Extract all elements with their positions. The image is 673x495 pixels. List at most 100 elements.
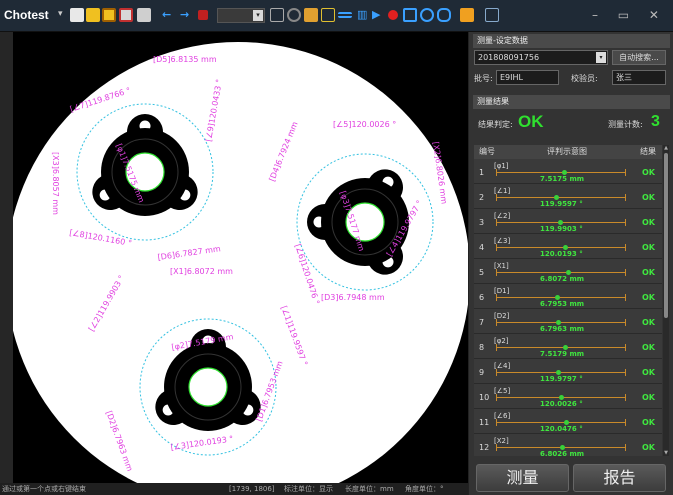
lower-limit-tick [496,369,497,376]
upper-limit-tick [625,369,626,376]
app-name[interactable]: Chotest [4,8,49,22]
status-angle-unit: 角度单位：° [405,485,444,493]
upper-limit-tick [625,444,626,451]
arrow-right-icon[interactable]: → [180,8,189,22]
row-value: 6.7953 mm [540,300,585,308]
settings-icon[interactable] [304,8,318,22]
inspector-field[interactable]: 张三 [612,70,666,85]
lower-limit-tick [496,294,497,301]
window-icon[interactable] [137,8,151,22]
zoom-icon[interactable] [287,8,301,22]
lower-limit-tick [496,269,497,276]
chevron-down-icon: ▾ [253,10,263,21]
report-icon[interactable] [460,8,474,22]
measure-icon[interactable] [321,8,335,22]
results-table-header: 编号 评判示意图 结果 [474,145,662,159]
header-result: 结果 [640,147,656,156]
left-strip [0,32,13,483]
batch-field[interactable]: E9IHL [496,70,559,85]
stop-icon[interactable] [198,10,208,20]
result-row[interactable]: 7 [D2] 6.7963 mm OK [474,309,662,334]
result-row[interactable]: 9 [∠4] 119.9797 ° OK [474,359,662,384]
row-index: 4 [479,243,485,252]
scroll-up-icon[interactable]: ▲ [663,145,669,151]
result-row[interactable]: 2 [∠1] 119.9597 ° OK [474,184,662,209]
upper-limit-tick [625,194,626,201]
dimension-label: [X1]6.8072 mm [170,267,233,276]
ruler-scale-icon[interactable]: ▥ [357,8,367,22]
tolerance-track [496,197,626,198]
upper-limit-tick [625,294,626,301]
result-row[interactable]: 4 [∠3] 120.0193 ° OK [474,234,662,259]
toolbar: Chotest ▾ ← → ▾ ▥ ▶ – ▭ ✕ [0,0,673,32]
play-icon[interactable]: ▶ [372,8,380,22]
result-row[interactable]: 12 [X2] 6.8026 mm OK [474,434,662,456]
scroll-thumb[interactable] [664,153,668,318]
result-row[interactable]: 10 [∠5] 120.0026 ° OK [474,384,662,409]
record-icon[interactable] [388,10,398,20]
app-menu-arrow-icon[interactable]: ▾ [58,9,63,19]
row-result: OK [642,343,655,352]
result-row[interactable]: 3 [∠2] 119.9903 ° OK [474,209,662,234]
zoom-select[interactable]: ▾ [217,8,265,23]
lower-limit-tick [496,194,497,201]
results-table[interactable]: 1 [φ1] 7.5175 mm OK 2 [∠1] 119.9597 ° OK 3 [∠2] 11… [474,159,662,456]
row-result: OK [642,268,655,277]
layout-icon[interactable] [437,8,451,22]
image-canvas[interactable]: [D5]6.8135 mm [∠7]119.8766 ° [φ1]7.5175 mm… [13,32,468,483]
ruler-icon[interactable] [338,12,352,18]
arrow-left-icon[interactable]: ← [162,8,171,22]
grid-icon[interactable] [270,8,284,22]
dimension-label: [D3]6.7948 mm [321,293,385,302]
lower-limit-tick [496,419,497,426]
result-row[interactable]: 5 [X1] 6.8072 mm OK [474,259,662,284]
row-result: OK [642,293,655,302]
row-value: 120.0026 ° [540,400,583,408]
inspector-label: 校验员: [571,74,598,83]
status-bar: 通过或第一个点或右键结束 [1739, 1806] 标注单位：显示 长度单位：m… [0,483,468,495]
lower-limit-tick [496,219,497,226]
calculator-icon[interactable] [102,8,116,22]
chevron-down-icon: ▾ [596,52,606,63]
upper-limit-tick [625,269,626,276]
scroll-down-icon[interactable]: ▼ [663,450,669,456]
row-index: 5 [479,268,485,277]
open-icon[interactable] [70,8,84,22]
count-value: 3 [651,113,660,130]
report-button[interactable]: 报告 [573,464,666,492]
tolerance-track [496,422,626,423]
row-result: OK [642,368,655,377]
result-row[interactable]: 8 [φ2] 7.5179 mm OK [474,334,662,359]
lower-limit-tick [496,319,497,326]
export-icon[interactable] [119,8,133,22]
setup-header: 测量-设定数据 [473,34,670,48]
result-row[interactable]: 11 [∠6] 120.0476 ° OK [474,409,662,434]
upper-limit-tick [625,394,626,401]
image-icon[interactable] [86,8,100,22]
dimension-label: [D5]6.8135 mm [153,55,217,64]
auto-search-button[interactable]: 自动搜索... [612,50,666,65]
dimension-label: [∠5]120.0026 ° [333,120,396,129]
result-row[interactable]: 6 [D1] 6.7953 mm OK [474,284,662,309]
measurement-image[interactable]: [D5]6.8135 mm[∠7]119.8766 °[φ1]7.5175 mm… [13,32,468,483]
row-index: 8 [479,343,485,352]
help-icon[interactable] [485,8,499,22]
serial-select[interactable]: 201808091756 ▾ [474,50,608,65]
result-row[interactable]: 1 [φ1] 7.5175 mm OK [474,159,662,184]
header-index: 编号 [479,147,495,156]
row-result: OK [642,218,655,227]
verdict-value: OK [518,112,544,131]
upper-limit-tick [625,344,626,351]
row-result: OK [642,393,655,402]
measure-button[interactable]: 测量 [476,464,569,492]
results-scrollbar[interactable]: ▲ ▼ [663,145,669,456]
window-controls[interactable]: – ▭ ✕ [592,8,667,22]
camera-icon[interactable] [403,8,417,22]
fit-icon[interactable] [420,8,434,22]
upper-limit-tick [625,419,626,426]
upper-limit-tick [625,244,626,251]
header-diagram: 评判示意图 [547,147,587,156]
row-value: 7.5179 mm [540,350,585,358]
row-value: 119.9903 ° [540,225,583,233]
upper-limit-tick [625,319,626,326]
